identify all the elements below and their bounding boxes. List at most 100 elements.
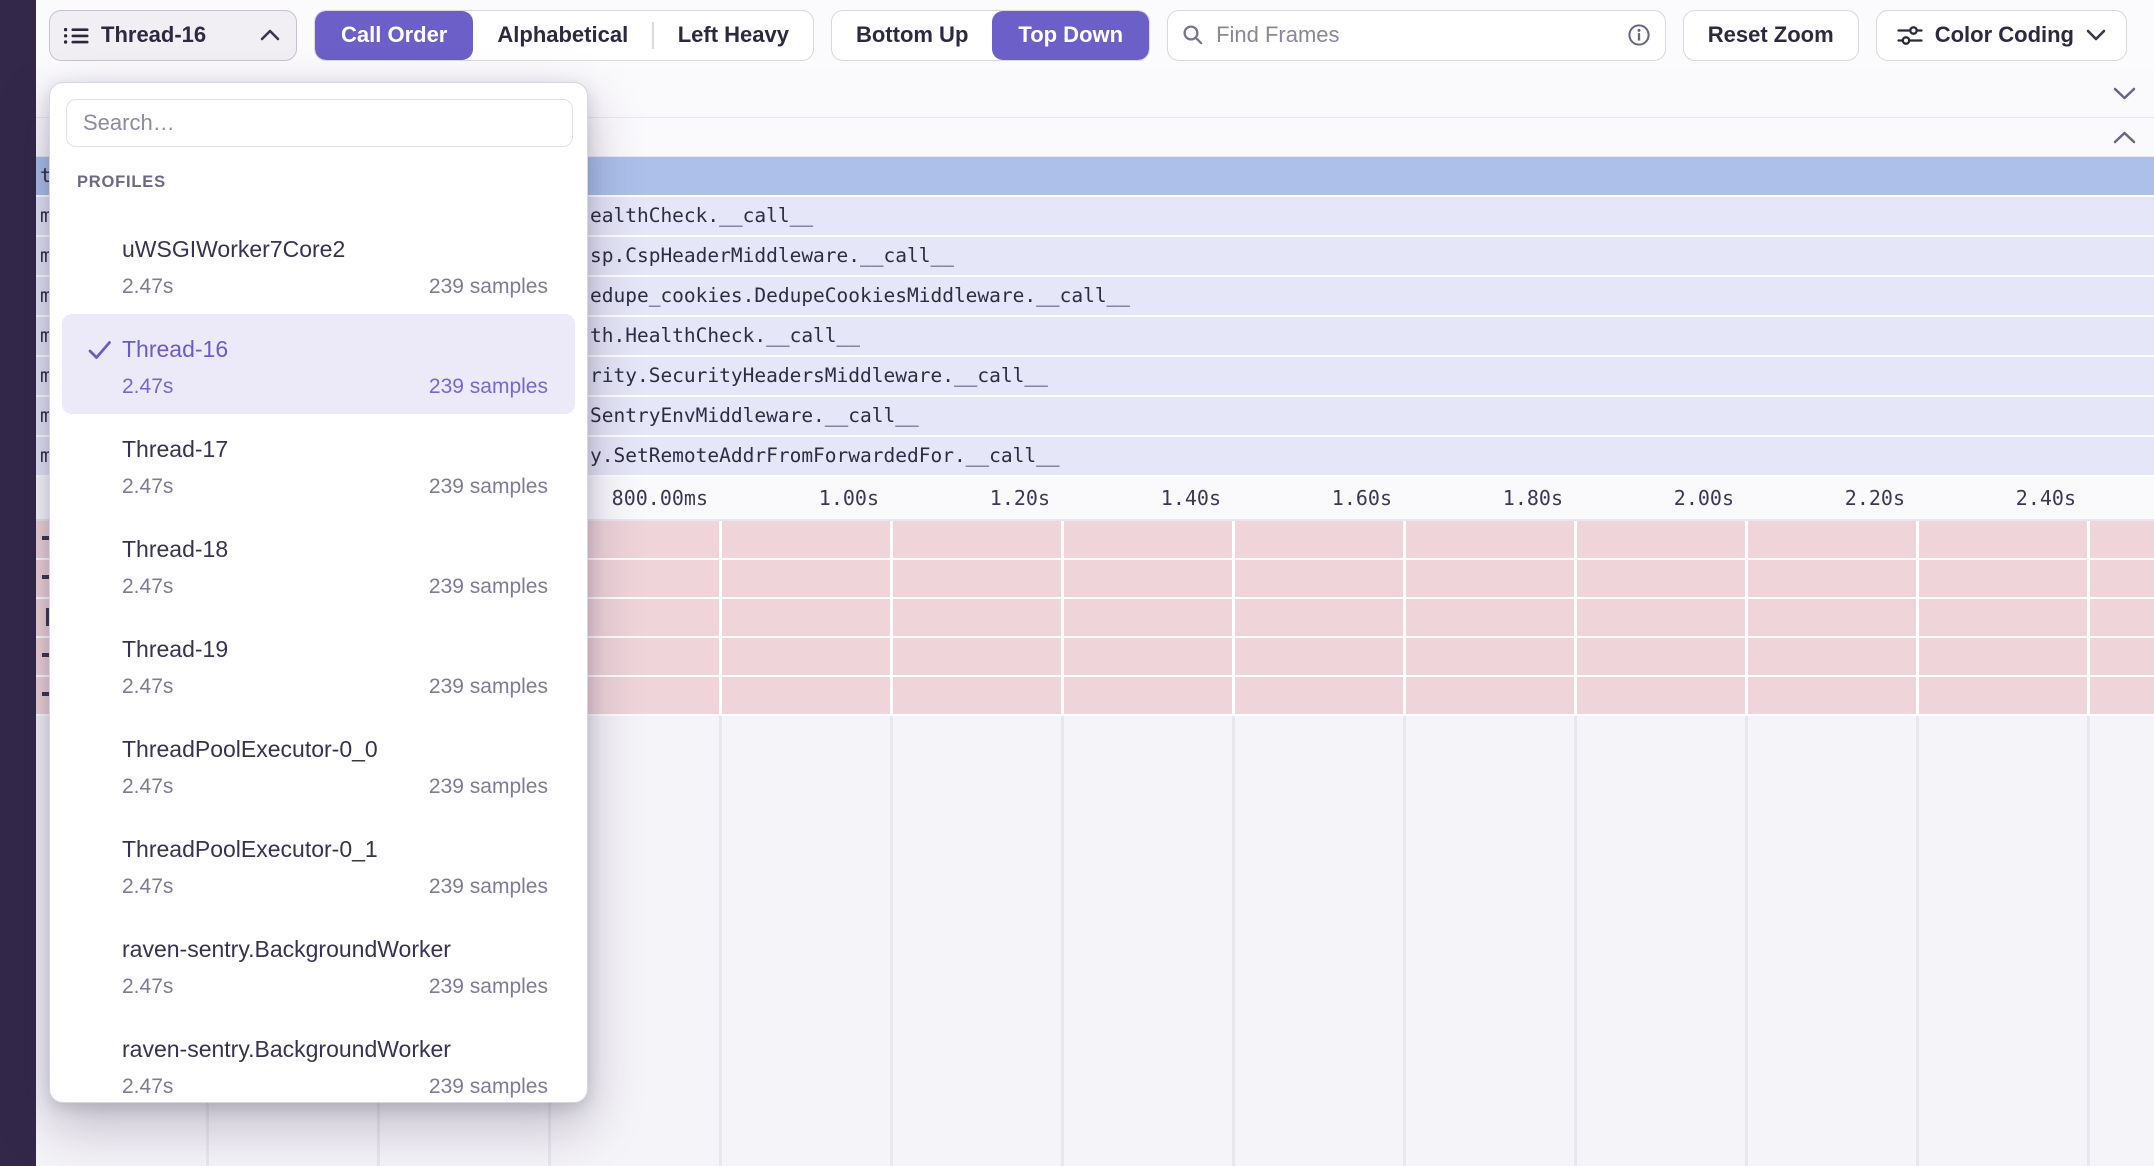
color-coding-button[interactable]: Color Coding <box>1876 10 2127 61</box>
profile-samples: 239 samples <box>429 1075 548 1099</box>
profile-samples: 239 samples <box>429 375 548 399</box>
profile-name: raven-sentry.BackgroundWorker <box>122 936 548 962</box>
chevron-down-icon[interactable] <box>2113 87 2136 100</box>
thread-selector-label: Thread-16 <box>101 22 206 48</box>
profile-samples: 239 samples <box>429 675 548 699</box>
frame-label: y.SetRemoteAddrFromForwardedFor.__call__ <box>590 437 1060 475</box>
gridline <box>1061 716 1064 1166</box>
profile-name: ThreadPoolExecutor-0_0 <box>122 736 548 762</box>
find-frames-input[interactable] <box>1214 21 1617 49</box>
search-icon <box>1182 24 1204 46</box>
profile-duration: 2.47s <box>122 1075 173 1099</box>
profile-samples: 239 samples <box>429 575 548 599</box>
gridline <box>1916 521 1919 716</box>
profile-samples: 239 samples <box>429 775 548 799</box>
tab-left-heavy[interactable]: Left Heavy <box>654 11 813 60</box>
chevron-up-icon <box>260 29 280 41</box>
profile-list-item[interactable]: uWSGIWorker7Core2 2.47s 239 samples <box>50 214 587 314</box>
profile-list-item[interactable]: Thread-19 2.47s 239 samples <box>50 614 587 714</box>
axis-tick-label: 1.60s <box>1332 477 1392 519</box>
gridline <box>1061 521 1064 716</box>
axis-tick-label: 2.00s <box>1674 477 1734 519</box>
tab-top-down[interactable]: Top Down <box>992 11 1149 60</box>
frame-label: sp.CspHeaderMiddleware.__call__ <box>590 237 954 275</box>
profile-name: Thread-18 <box>122 536 548 562</box>
gridline <box>1403 521 1406 716</box>
profile-name: Thread-19 <box>122 636 548 662</box>
gridline <box>1403 716 1406 1166</box>
profile-name: raven-sentry.BackgroundWorker <box>122 1036 548 1062</box>
toolbar: Thread-16 Call Order Alphabetical Left H… <box>36 0 2154 70</box>
frame-label: ealthCheck.__call__ <box>590 197 813 235</box>
tab-bottom-up[interactable]: Bottom Up <box>832 11 992 60</box>
profile-selector-dropdown: PROFILES uWSGIWorker7Core2 2.47s 239 samp… <box>49 82 588 1103</box>
gridline <box>890 716 893 1166</box>
profile-list-item[interactable]: raven-sentry.BackgroundWorker 2.47s 239 s… <box>50 1014 587 1103</box>
frame-label: SentryEnvMiddleware.__call__ <box>590 397 919 435</box>
axis-tick-label: 1.00s <box>819 477 879 519</box>
profile-list-item[interactable]: ThreadPoolExecutor-0_0 2.47s 239 samples <box>50 714 587 814</box>
axis-tick-label: 1.40s <box>1161 477 1221 519</box>
gridline <box>2087 716 2090 1166</box>
gridline <box>890 521 893 716</box>
frame-label: rity.SecurityHeadersMiddleware.__call__ <box>590 357 1048 395</box>
profile-duration: 2.47s <box>122 875 173 899</box>
tab-call-order[interactable]: Call Order <box>315 11 473 60</box>
profile-duration: 2.47s <box>122 975 173 999</box>
reset-zoom-button[interactable]: Reset Zoom <box>1683 10 1859 61</box>
gridline <box>719 716 722 1166</box>
thread-list-icon <box>64 25 89 46</box>
profile-samples: 239 samples <box>429 475 548 499</box>
tab-alphabetical[interactable]: Alphabetical <box>473 11 652 60</box>
left-edge-strip <box>0 0 36 1166</box>
profile-name: Thread-16 <box>122 336 548 362</box>
profiles-section-label: PROFILES <box>77 173 587 192</box>
profile-samples: 239 samples <box>429 975 548 999</box>
gridline <box>1916 716 1919 1166</box>
checkmark-icon <box>88 340 112 360</box>
gridline <box>1745 716 1748 1166</box>
profile-name: uWSGIWorker7Core2 <box>122 236 548 262</box>
info-icon[interactable] <box>1627 23 1651 47</box>
axis-tick-label: 2.20s <box>1845 477 1905 519</box>
sliders-icon <box>1897 25 1923 46</box>
color-coding-label: Color Coding <box>1935 22 2074 48</box>
profile-name: Thread-17 <box>122 436 548 462</box>
gridline <box>1574 716 1577 1166</box>
axis-tick-label: 2.40s <box>2016 477 2076 519</box>
gridline <box>1232 716 1235 1166</box>
gridline <box>1574 521 1577 716</box>
profile-name: ThreadPoolExecutor-0_1 <box>122 836 548 862</box>
gridline <box>1232 521 1235 716</box>
axis-tick-label: 1.80s <box>1503 477 1563 519</box>
profile-duration: 2.47s <box>122 675 173 699</box>
profile-duration: 2.47s <box>122 475 173 499</box>
gridline <box>2087 521 2090 716</box>
chevron-down-icon <box>2086 29 2106 41</box>
profile-list-item[interactable]: ThreadPoolExecutor-0_1 2.47s 239 samples <box>50 814 587 914</box>
axis-tick-label: 800.00ms <box>612 477 708 519</box>
gridline <box>1745 521 1748 716</box>
reset-zoom-label: Reset Zoom <box>1708 22 1834 48</box>
sort-segmented-control: Call Order Alphabetical Left Heavy <box>314 10 814 61</box>
profile-list-item[interactable]: Thread-17 2.47s 239 samples <box>50 414 587 514</box>
profile-samples: 239 samples <box>429 275 548 299</box>
profile-samples: 239 samples <box>429 875 548 899</box>
profile-search-input[interactable] <box>66 99 573 147</box>
direction-segmented-control: Bottom Up Top Down <box>831 10 1150 61</box>
chevron-up-icon[interactable] <box>2113 131 2136 144</box>
profile-duration: 2.47s <box>122 275 173 299</box>
profiles-list: uWSGIWorker7Core2 2.47s 239 samples Threa… <box>50 214 587 1103</box>
find-frames-searchbox[interactable] <box>1167 10 1666 61</box>
frame-label: edupe_cookies.DedupeCookiesMiddleware.__… <box>590 277 1130 315</box>
profile-list-item[interactable]: Thread-18 2.47s 239 samples <box>50 514 587 614</box>
profile-duration: 2.47s <box>122 375 173 399</box>
profile-list-item-selected[interactable]: Thread-16 2.47s 239 samples <box>62 314 575 414</box>
thread-selector-button[interactable]: Thread-16 <box>49 10 297 61</box>
gridline <box>719 521 722 716</box>
profile-duration: 2.47s <box>122 575 173 599</box>
axis-tick-label: 1.20s <box>990 477 1050 519</box>
profile-list-item[interactable]: raven-sentry.BackgroundWorker 2.47s 239 s… <box>50 914 587 1014</box>
profile-duration: 2.47s <box>122 775 173 799</box>
frame-label: th.HealthCheck.__call__ <box>590 317 860 355</box>
